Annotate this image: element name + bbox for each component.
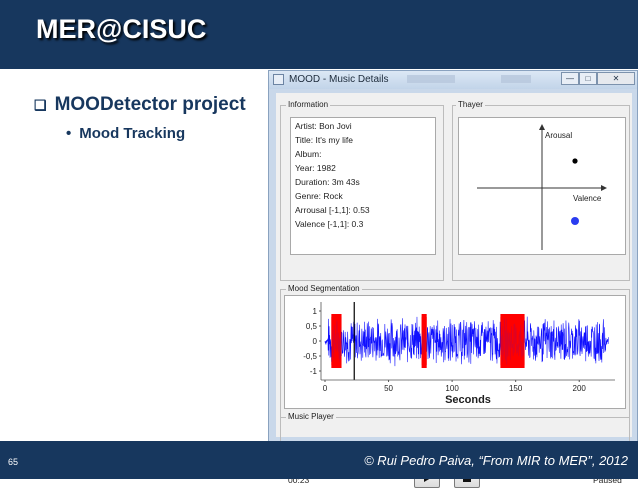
minimize-button[interactable]: — [561,72,579,85]
window-title: MOOD - Music Details [289,74,389,85]
maximize-button[interactable]: □ [579,72,597,85]
slide-title: MER@CISUC [36,14,207,44]
segmentation-label: Mood Segmentation [286,284,362,293]
mood-segment-overlay [500,317,525,365]
bullet-square-icon: ❑ [34,97,47,113]
info-year: Year: 1982 [295,163,336,173]
y-tick-label: 1 [313,307,318,316]
thayer-plot: Arousal Valence [458,117,626,255]
x-tick-label: 150 [509,384,523,393]
y-tick-label: -0,5 [303,352,317,361]
bullet-moodetector: ❑ MOODetector project [34,94,246,116]
bullet-mood-tracking-label: Mood Tracking [79,125,186,142]
info-arousal: Arrousal [-1,1]: 0.53 [295,205,370,215]
y-tick-label: 0 [313,337,318,346]
background-tab [407,75,455,83]
arousal-arrow-icon [539,124,545,130]
information-textbox[interactable]: Artist: Bon Jovi Title: It's my life Alb… [290,117,436,255]
x-tick-label: 0 [323,384,328,393]
app-icon [273,74,284,85]
page-number: 65 [8,457,19,467]
segmentation-svg: 1 0,5 0 -0,5 -1 0 50 100 150 200 Seconds [303,302,615,406]
info-genre: Genre: Rock [295,191,343,201]
info-valence: Valence [-1,1]: 0.3 [295,219,364,229]
footer-citation: © Rui Pedro Paiva, “From MIR to MER”, 20… [364,453,628,468]
window-content: Information Artist: Bon Jovi Title: It's… [276,93,632,467]
slide-header: MER@CISUC [0,0,638,69]
y-tick-label: -1 [310,367,318,376]
y-tick-layer: 1 0,5 0 -0,5 -1 [303,307,321,376]
segmentation-plot: 1 0,5 0 -0,5 -1 0 50 100 150 200 Seconds [284,295,626,409]
player-label: Music Player [286,412,336,421]
info-duration: Duration: 3m 43s [295,177,360,187]
background-tab [501,75,531,83]
bullet-mood-tracking: • Mood Tracking [66,125,185,142]
x-tick-label: 200 [573,384,587,393]
thayer-point [571,217,579,225]
arousal-axis-label: Arousal [545,131,572,140]
bullet-moodetector-label: MOODetector project [54,94,246,115]
info-artist: Artist: Bon Jovi [295,121,352,131]
x-axis-title: Seconds [445,394,491,406]
x-tick-layer: 0 50 100 150 200 [323,380,587,393]
thayer-points [571,158,579,225]
x-tick-label: 100 [445,384,459,393]
thayer-svg: Arousal Valence [477,124,607,250]
mood-segment-overlay [331,317,342,365]
y-tick-label: 0,5 [306,322,318,331]
mood-segment-overlay [421,317,427,365]
slide-footer-bar: 65 © Rui Pedro Paiva, “From MIR to MER”,… [0,441,638,479]
thayer-point [572,158,578,164]
info-title: Title: It's my life [295,135,353,145]
information-label: Information [286,100,331,109]
x-tick-label: 50 [384,384,393,393]
close-button[interactable]: ✕ [597,72,635,85]
thayer-label: Thayer [456,100,485,109]
valence-axis-label: Valence [573,194,602,203]
info-album: Album: [295,149,322,159]
bullet-dot-icon: • [66,125,72,142]
waveform-line [324,316,609,367]
window-titlebar[interactable]: MOOD - Music Details — □ ✕ [269,71,637,89]
mood-window: MOOD - Music Details — □ ✕ Information A… [268,70,638,488]
valence-arrow-icon [601,185,607,191]
